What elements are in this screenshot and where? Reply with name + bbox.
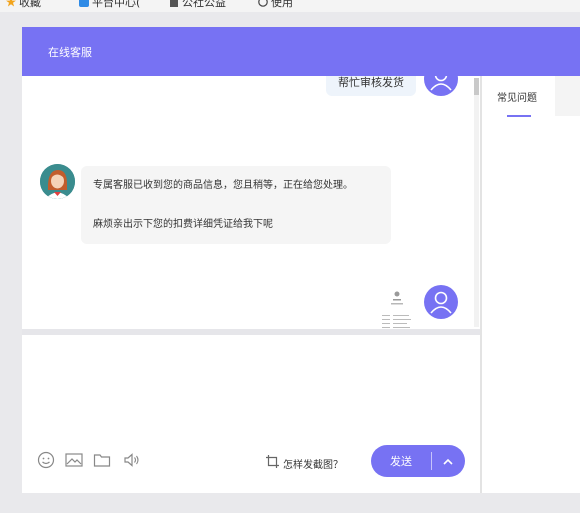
user-message-bubble: 帮忙审核发货 bbox=[326, 76, 416, 96]
chevron-up-icon[interactable] bbox=[441, 454, 455, 468]
agent-message-text: 麻烦亲出示下您的扣费详细凭证给我下呢 bbox=[93, 219, 273, 230]
bookmark-label: 公社公益 bbox=[182, 0, 226, 9]
emoji-icon[interactable] bbox=[37, 451, 55, 469]
screenshot-help-label: 怎样发截图？ bbox=[283, 459, 343, 471]
agent-message-text: 专属客服已收到您的商品信息，您且稍等，正在给您处理。 bbox=[93, 180, 353, 191]
chat-scrollbar[interactable] bbox=[474, 78, 479, 327]
send-button[interactable]: 发送 bbox=[371, 445, 465, 477]
screenshot-help-link[interactable]: 怎样发截图？ bbox=[265, 454, 343, 472]
crop-icon bbox=[265, 454, 280, 472]
bookmark-label: 收藏 bbox=[19, 0, 41, 9]
agent-avatar bbox=[40, 164, 75, 199]
chat-header: 在线客服 bbox=[22, 27, 580, 76]
bookmark-item[interactable]: 收藏 bbox=[6, 0, 41, 10]
message-image-thumbnail[interactable] bbox=[379, 285, 415, 329]
chat-window: 在线客服 帮忙审核发货 专属客服已收到您的商品信息，您且稍等，正在给您处理。 麻… bbox=[22, 27, 580, 493]
bookmark-item[interactable]: 公社公益 bbox=[169, 0, 226, 10]
user-avatar bbox=[424, 285, 458, 319]
user-icon bbox=[430, 76, 452, 91]
bookmark-item[interactable]: 使用 bbox=[258, 0, 293, 10]
scrollbar-thumb[interactable] bbox=[474, 78, 479, 95]
send-button-separator bbox=[431, 452, 432, 470]
bookmark-item[interactable]: 平台中心( bbox=[79, 0, 140, 10]
bookmarks-bar: 收藏 平台中心( 公社公益 使用 bbox=[0, 0, 580, 12]
message-list: 帮忙审核发货 专属客服已收到您的商品信息，您且稍等，正在给您处理。 麻烦亲出示下… bbox=[22, 76, 480, 329]
image-icon[interactable] bbox=[65, 451, 83, 469]
agent-message-bubble: 专属客服已收到您的商品信息，您且稍等，正在给您处理。 麻烦亲出示下您的扣费详细凭… bbox=[81, 166, 391, 244]
app-icon bbox=[79, 0, 89, 7]
bookmark-label: 平台中心( bbox=[92, 0, 141, 9]
panel-divider bbox=[480, 76, 482, 493]
tab-active-indicator bbox=[507, 115, 531, 117]
speaker-icon[interactable] bbox=[123, 451, 141, 469]
bookmark-label: 使用 bbox=[271, 0, 293, 9]
page-title: 在线客服 bbox=[48, 46, 92, 59]
globe-icon bbox=[258, 0, 268, 7]
doc-icon bbox=[169, 0, 179, 7]
user-avatar bbox=[424, 76, 458, 96]
folder-icon[interactable] bbox=[93, 451, 111, 469]
user-icon bbox=[430, 291, 452, 314]
tab-next[interactable] bbox=[555, 76, 580, 116]
user-message-text: 帮忙审核发货 bbox=[338, 76, 404, 89]
message-input[interactable] bbox=[22, 335, 480, 435]
send-button-label: 发送 bbox=[390, 455, 412, 468]
tab-faq[interactable]: 常见问题 bbox=[497, 89, 537, 104]
star-icon bbox=[6, 0, 16, 7]
